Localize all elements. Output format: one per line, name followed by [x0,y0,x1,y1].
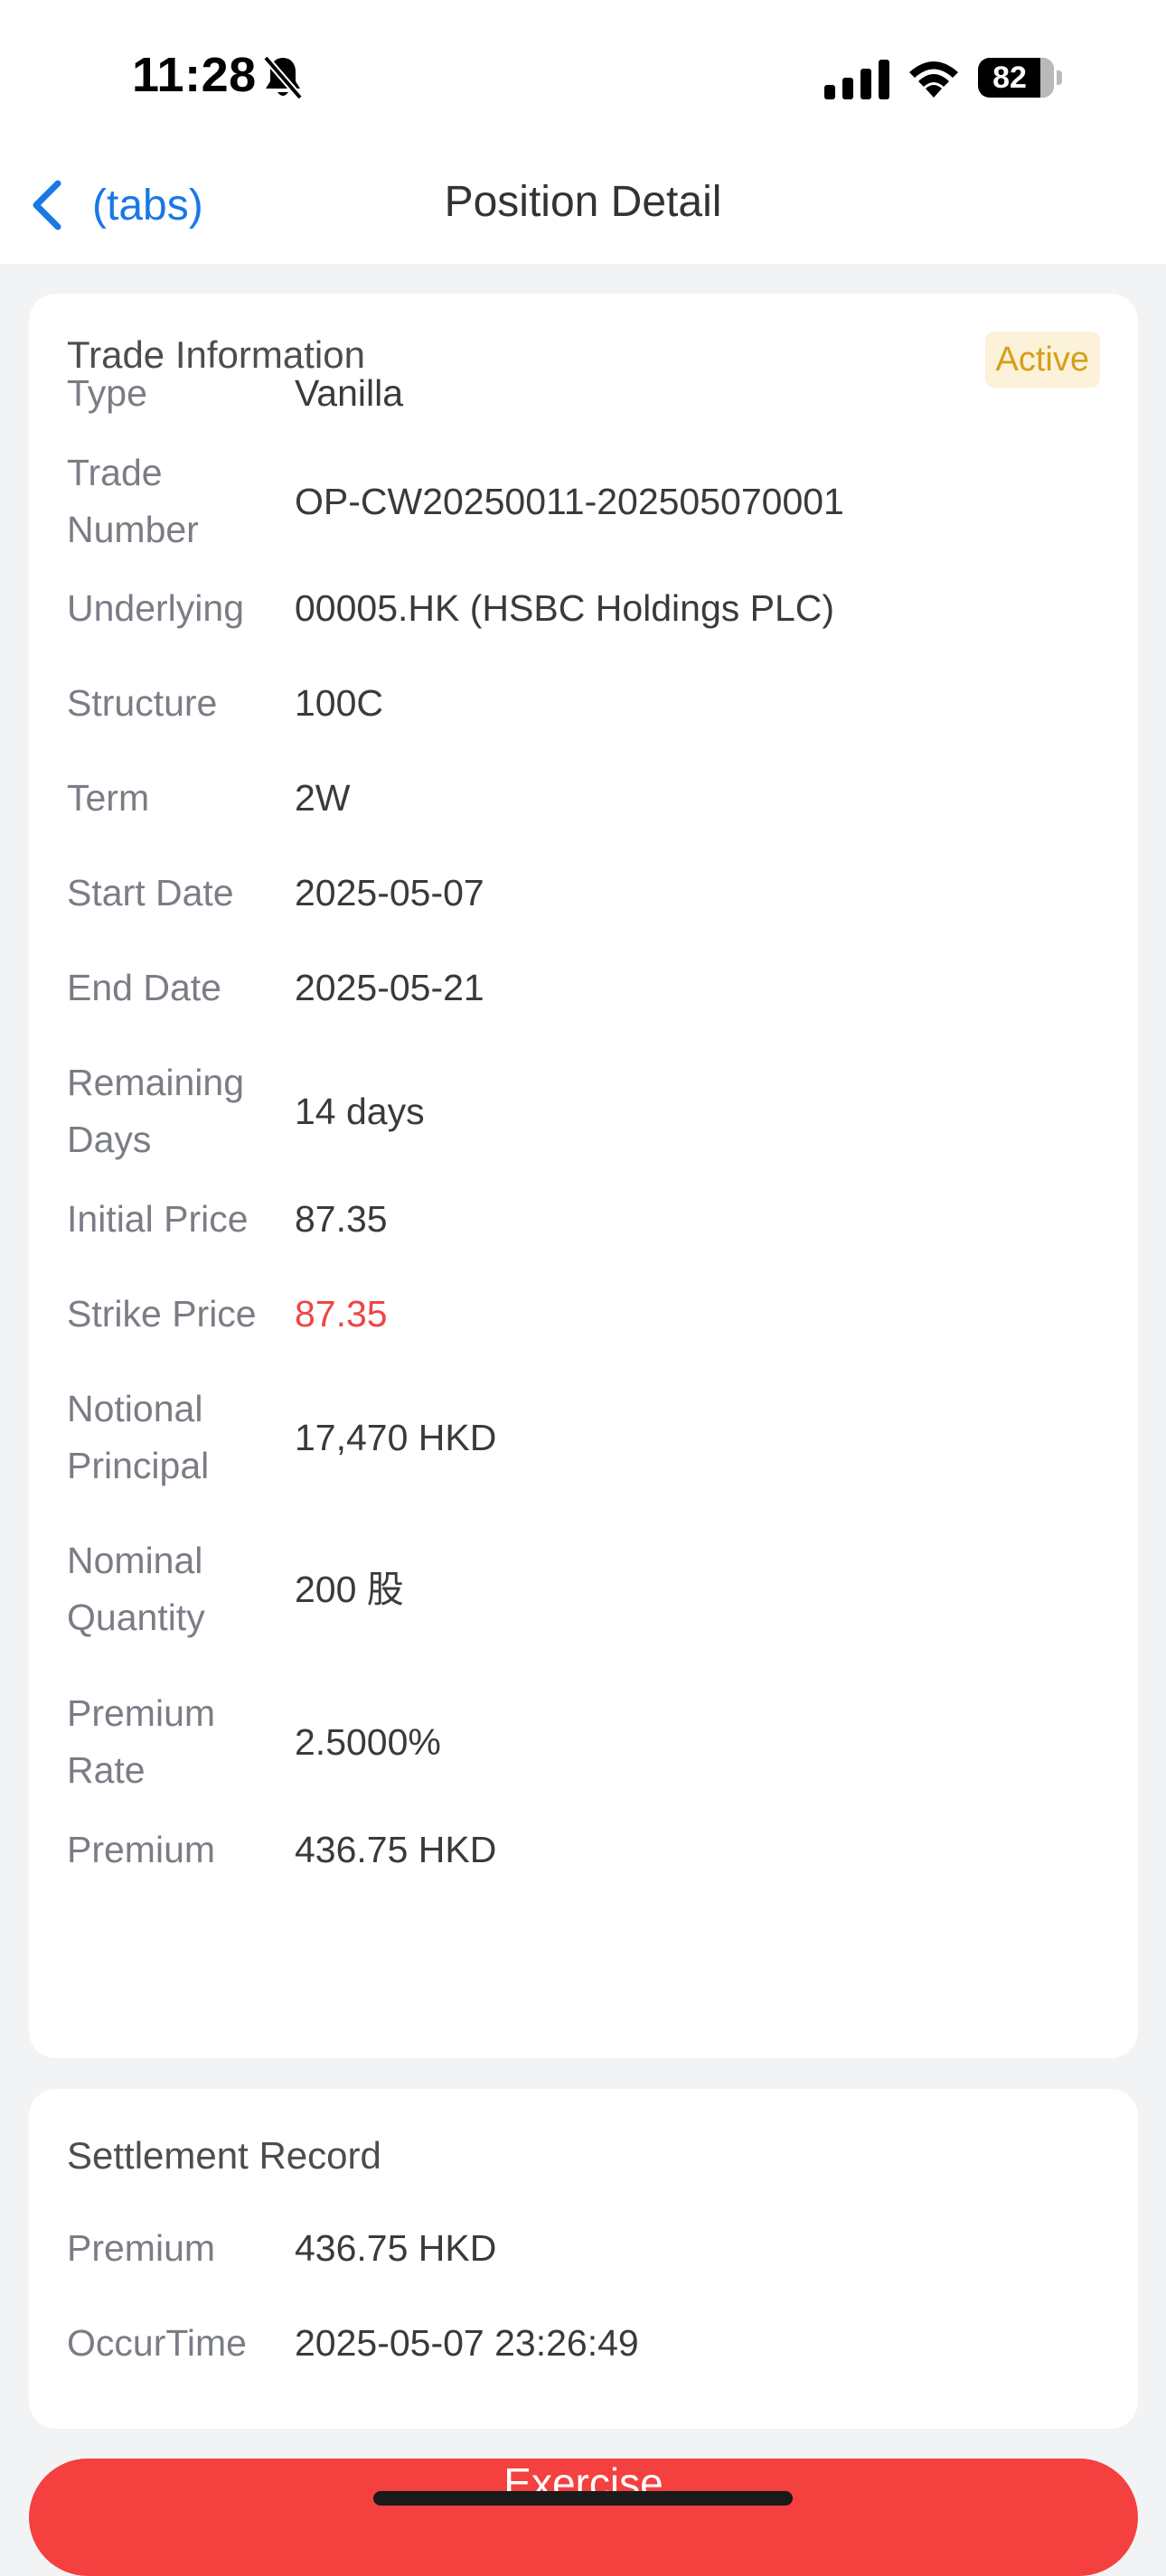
row-value: 17,470 HKD [295,1416,497,1458]
row-label: Term [67,777,150,819]
row-label: Premium [67,1829,216,1870]
wifi-icon [909,61,958,98]
battery-level: 82 [992,61,1027,95]
row-value: OP-CW20250011-202505070001 [295,480,844,522]
row-label: Remaining Days [67,1062,244,1160]
home-indicator [373,2491,793,2506]
row-label: Underlying [67,587,244,629]
trade-row-end-date: End Date 2025-05-21 [67,960,1106,1016]
row-value: Vanilla [295,372,404,414]
row-label: Trade Number [67,452,199,550]
cellular-signal-icon [824,60,889,99]
row-label: OccurTime [67,2322,247,2364]
trade-row-notional-principal: Notional Principal 17,470 HKD [67,1381,1106,1494]
row-value: 87.35 [295,1198,388,1240]
bell-slash-icon [262,55,304,100]
exercise-button[interactable]: Exercise [29,2459,1138,2576]
battery-empty-portion [1039,58,1054,98]
status-time: 11:28 [132,48,257,102]
row-value: 100C [295,682,384,724]
row-label: Premium [67,2227,216,2269]
row-value: 00005.HK (HSBC Holdings PLC) [295,587,835,629]
row-value: 436.75 HKD [295,2227,497,2269]
row-label: Strike Price [67,1293,257,1335]
row-value: 436.75 HKD [295,1829,497,1870]
row-value: 2025-05-07 [295,872,484,913]
row-label: Nominal Quantity [67,1540,205,1638]
row-label: End Date [67,967,221,1008]
trade-row-trade-number: Trade Number OP-CW20250011-202505070001 [67,445,1106,558]
row-value: 2025-05-21 [295,967,484,1008]
row-value: 200 股 [295,1568,404,1610]
row-label: Notional Principal [67,1388,210,1486]
battery-icon: 82 [978,58,1062,98]
trade-row-structure: Structure 100C [67,675,1106,732]
trade-row-type: Type Vanilla [67,365,1106,422]
row-label: Start Date [67,872,234,913]
settlement-record-title: Settlement Record [67,2134,381,2177]
battery-body: 82 [978,58,1054,98]
battery-cap [1057,70,1062,85]
row-value: 2025-05-07 23:26:49 [295,2322,639,2364]
row-value: 14 days [295,1090,425,1132]
trade-row-term: Term 2W [67,770,1106,827]
trade-row-remaining-days: Remaining Days 14 days [67,1054,1106,1168]
settlement-row-occur-time: OccurTime 2025-05-07 23:26:49 [67,2315,1106,2372]
row-label: Premium Rate [67,1692,216,1791]
row-label: Structure [67,682,218,724]
row-label: Initial Price [67,1198,249,1240]
trade-row-nominal-quantity: Nominal Quantity 200 股 [67,1532,1106,1646]
settlement-row-premium: Premium 436.75 HKD [67,2220,1106,2277]
settlement-record-card: Settlement Record Premium 436.75 HKD Occ… [29,2089,1138,2429]
top-bar: 11:28 82 (tabs) Position Detail [0,0,1166,264]
trade-row-initial-price: Initial Price 87.35 [67,1191,1106,1248]
trade-row-premium: Premium 436.75 HKD [67,1822,1106,1878]
row-value: 2.5000% [295,1720,441,1763]
page-title: Position Detail [444,178,722,226]
trade-row-strike-price: Strike Price 87.35 [67,1286,1106,1343]
strike-price-value: 87.35 [295,1293,388,1335]
trade-row-underlying: Underlying 00005.HK (HSBC Holdings PLC) [67,580,1106,637]
trade-information-card: Trade Information Active Type Vanilla Tr… [29,294,1138,2058]
trade-row-premium-rate: Premium Rate 2.5000% [67,1685,1106,1799]
row-value: 2W [295,777,351,819]
row-label: Type [67,372,147,414]
trade-row-start-date: Start Date 2025-05-07 [67,865,1106,922]
